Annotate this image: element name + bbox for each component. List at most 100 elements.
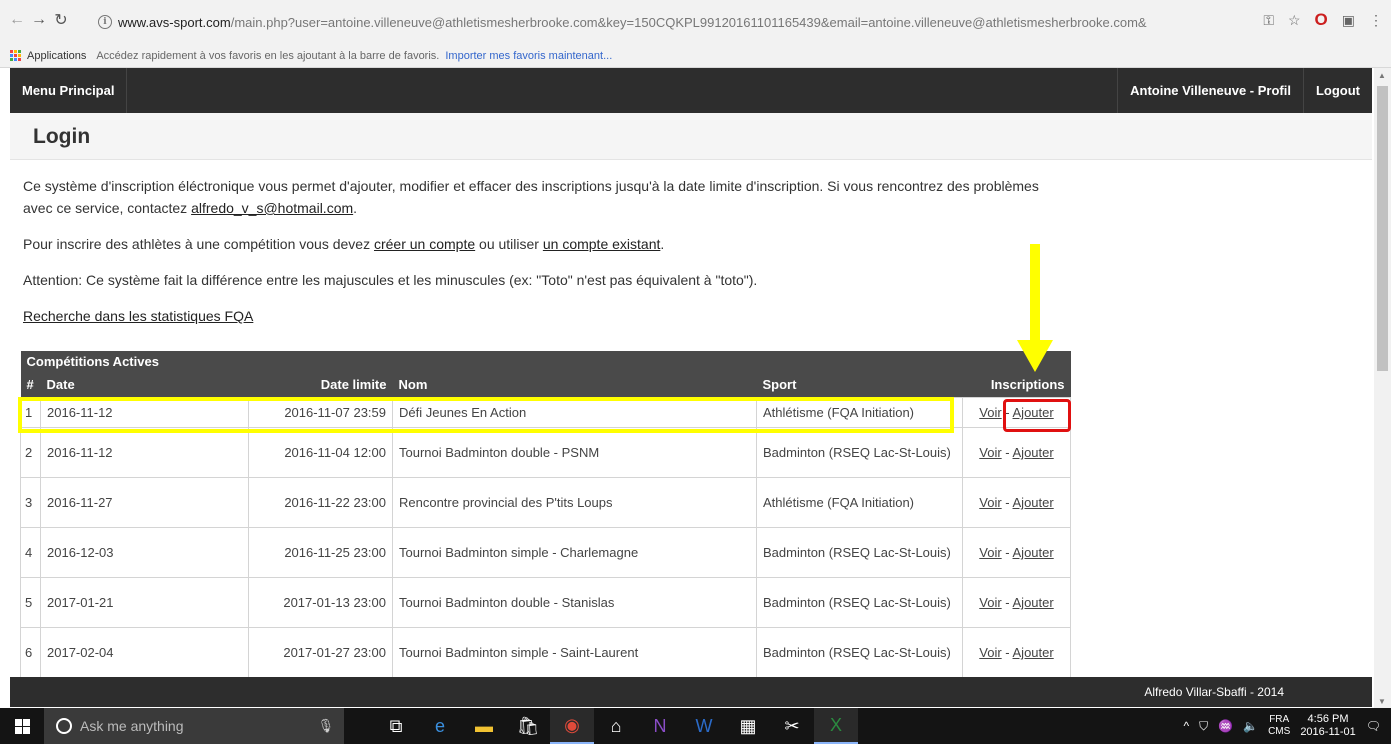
add-link[interactable]: Ajouter — [1013, 645, 1054, 660]
profile-link[interactable]: Antoine Villeneuve - Profil — [1117, 68, 1303, 113]
page-title-bar: Login — [10, 113, 1372, 160]
logout-link[interactable]: Logout — [1302, 68, 1372, 113]
cell-sport: Athlétisme (FQA Initiation) — [756, 477, 963, 528]
star-icon[interactable]: ☆ — [1288, 12, 1301, 29]
import-bookmarks-link[interactable]: Importer mes favoris maintenant... — [445, 50, 612, 62]
start-button[interactable] — [0, 708, 44, 744]
scroll-down-icon[interactable]: ▼ — [1378, 697, 1386, 706]
key-icon[interactable]: ⚿ — [1263, 12, 1274, 29]
cell-inscriptions: Voir - Ajouter — [962, 427, 1071, 478]
link-separator: - — [1001, 595, 1013, 610]
table-row: 6 2017-02-04 2017-01-27 23:00 Tournoi Badmi… — [20, 627, 1071, 678]
contact-email-link[interactable]: alfredo_v_s@hotmail.com — [191, 200, 353, 216]
taskbar-apps: ⧉ e ▬ 🛍 ◉ ⌂ N W ▦ ✂ X — [374, 708, 858, 744]
intro-content: Ce système d'inscription éléctronique vo… — [23, 175, 1063, 341]
network-icon[interactable]: ♒ — [1218, 719, 1233, 733]
view-link[interactable]: Voir — [979, 595, 1001, 610]
chevron-up-icon[interactable]: ^ — [1184, 719, 1190, 733]
cell-name: Tournoi Badminton double - Stanislas — [392, 577, 757, 628]
col-header-name: Nom — [398, 377, 428, 392]
calculator-icon[interactable]: ▦ — [726, 708, 770, 744]
cell-num: 5 — [20, 577, 41, 628]
link-separator: - — [1001, 545, 1013, 560]
table-caption: Compétitions Actives — [26, 354, 159, 369]
view-link[interactable]: Voir — [979, 405, 1001, 420]
cell-inscriptions: Voir - Ajouter — [962, 577, 1071, 628]
info-icon[interactable]: i — [98, 15, 112, 29]
cell-name: Rencontre provincial des P'tits Loups — [392, 477, 757, 528]
main-menu-link[interactable]: Menu Principal — [10, 68, 128, 113]
view-link[interactable]: Voir — [979, 545, 1001, 560]
notifications-icon[interactable]: 🗨 — [1366, 719, 1381, 733]
language-indicator[interactable]: FRA CMS — [1268, 714, 1290, 738]
browser-toolbar: ← → ↻ i www.avs-sport.com/main.php?user=… — [0, 0, 1391, 44]
cell-date: 2016-12-03 — [40, 527, 249, 578]
opera-icon[interactable]: O — [1315, 10, 1328, 30]
col-header-sport: Sport — [762, 377, 797, 392]
scroll-thumb[interactable] — [1377, 86, 1388, 371]
add-link[interactable]: Ajouter — [1013, 595, 1054, 610]
edge-icon[interactable]: e — [418, 708, 462, 744]
cell-date: 2017-01-21 — [40, 577, 249, 628]
account-text: Pour inscrire des athlètes à une compéti… — [23, 236, 374, 252]
view-link[interactable]: Voir — [979, 645, 1001, 660]
file-explorer-icon[interactable]: ▬ — [462, 708, 506, 744]
word-icon[interactable]: W — [682, 708, 726, 744]
view-link[interactable]: Voir — [979, 445, 1001, 460]
cortana-icon — [56, 718, 72, 734]
account-text-end: . — [660, 236, 665, 252]
onenote-icon[interactable]: N — [638, 708, 682, 744]
cell-name: Tournoi Badminton simple - Saint-Laurent — [392, 627, 757, 678]
task-view-icon[interactable]: ⧉ — [374, 708, 418, 744]
cell-deadline: 2016-11-22 23:00 — [248, 477, 393, 528]
table-header-row: # Date Date limite Nom Sport Inscription… — [20, 374, 1071, 398]
cell-inscriptions: Voir - Ajouter — [962, 527, 1071, 578]
clock[interactable]: 4:56 PM 2016-11-01 — [1300, 713, 1355, 739]
search-stats-link[interactable]: Recherche dans les statistiques FQA — [23, 308, 253, 324]
cell-sport: Badminton (RSEQ Lac-St-Louis) — [756, 527, 963, 578]
store-icon[interactable]: 🛍 — [506, 708, 550, 744]
scroll-up-icon[interactable]: ▲ — [1378, 71, 1386, 80]
bookmark-apps[interactable]: Applications — [27, 50, 86, 62]
link-separator: - — [1001, 645, 1013, 660]
cell-sport: Badminton (RSEQ Lac-St-Louis) — [756, 577, 963, 628]
clock-date: 2016-11-01 — [1300, 726, 1356, 738]
home-icon[interactable]: ⌂ — [594, 708, 638, 744]
cell-deadline: 2017-01-13 23:00 — [248, 577, 393, 628]
cell-num: 6 — [20, 627, 41, 678]
forward-arrow-icon[interactable]: → — [28, 9, 50, 31]
reload-icon[interactable]: ↻ — [50, 9, 72, 31]
add-link[interactable]: Ajouter — [1013, 495, 1054, 510]
add-link[interactable]: Ajouter — [1013, 545, 1054, 560]
account-paragraph: Pour inscrire des athlètes à une compéti… — [23, 233, 1063, 255]
or-use-text: ou utiliser — [475, 236, 543, 252]
extension-icon[interactable]: ▣ — [1342, 12, 1355, 29]
page-scrollbar[interactable]: ▲ ▼ — [1374, 68, 1391, 708]
excel-icon[interactable]: X — [814, 708, 858, 744]
back-arrow-icon[interactable]: ← — [6, 9, 28, 31]
cortana-search[interactable]: Ask me anything 🎙 — [44, 708, 344, 744]
address-bar[interactable]: i www.avs-sport.com/main.php?user=antoin… — [98, 12, 1278, 32]
view-link[interactable]: Voir — [979, 495, 1001, 510]
table-row: 3 2016-11-27 2016-11-22 23:00 Rencontre pro… — [20, 477, 1071, 528]
snipping-icon[interactable]: ✂ — [770, 708, 814, 744]
microphone-icon[interactable]: 🎙 — [317, 718, 334, 734]
volume-icon[interactable]: 🔈 — [1243, 719, 1258, 733]
chrome-icon[interactable]: ◉ — [550, 708, 594, 744]
cell-date: 2016-11-27 — [40, 477, 249, 528]
existing-account-link[interactable]: un compte existant — [543, 236, 661, 252]
add-link[interactable]: Ajouter — [1013, 445, 1054, 460]
page-title: Login — [33, 125, 91, 148]
search-placeholder: Ask me anything — [80, 718, 184, 734]
create-account-link[interactable]: créer un compte — [374, 236, 475, 252]
antivirus-icon[interactable]: ⛉ — [1199, 719, 1208, 734]
arrow-down-icon — [1017, 244, 1053, 372]
cell-num: 3 — [20, 477, 41, 528]
table-row: 2 2016-11-12 2016-11-04 12:00 Tournoi Badmi… — [20, 427, 1071, 478]
highlight-box-yellow — [18, 397, 954, 433]
url-host: www.avs-sport.com — [118, 14, 231, 30]
lang-sub: CMS — [1268, 726, 1291, 737]
bookmarks-hint: Accédez rapidement à vos favoris en les … — [96, 49, 440, 62]
apps-grid-icon[interactable] — [10, 49, 22, 62]
menu-dots-icon[interactable]: ⋮ — [1369, 12, 1383, 29]
